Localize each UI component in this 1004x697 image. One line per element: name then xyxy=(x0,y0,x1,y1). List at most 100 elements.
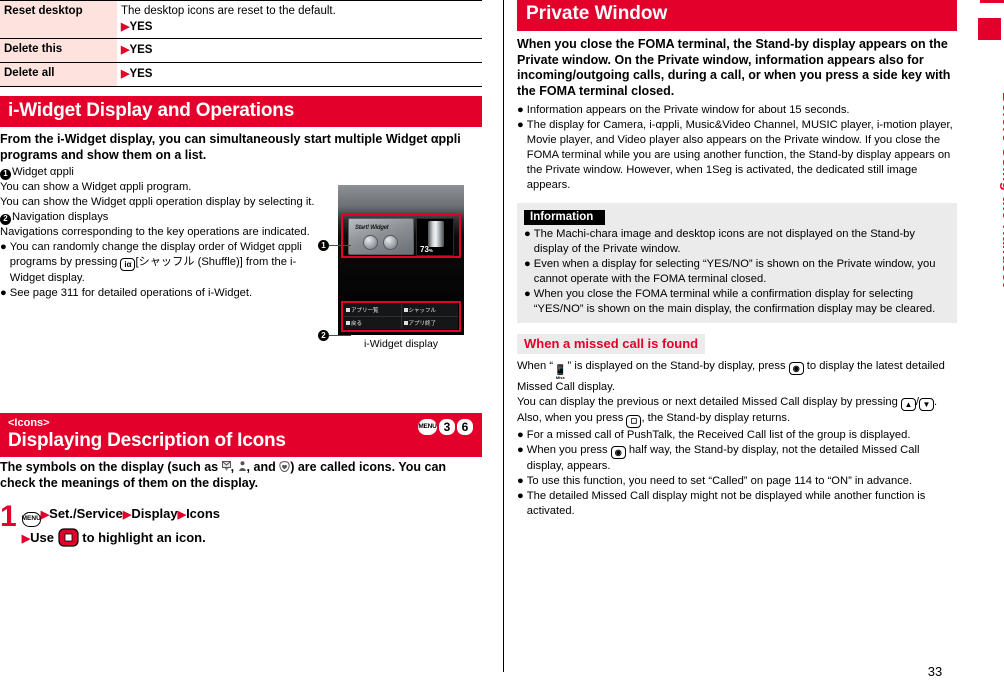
circled-number-2-icon: 2 xyxy=(318,330,329,341)
menu-key-icon: MENU xyxy=(22,511,41,527)
line2-part-a: You can display the previous or next det… xyxy=(517,395,901,408)
line3-part-a: Also, when you press xyxy=(517,412,627,425)
step-line-1: MENU▶Set./Service▶Display▶Icons xyxy=(22,506,220,527)
battery-widget: 73% xyxy=(416,218,454,256)
left-column: Reset desktop The desktop icons are rese… xyxy=(0,0,482,640)
line3-part-b: , the Stand-by display returns. xyxy=(641,412,791,425)
section-title: Displaying Description of Icons xyxy=(8,430,286,452)
nav-key-icon xyxy=(346,321,350,325)
yes-option: ▶YES xyxy=(121,67,478,82)
step-item-label: Display xyxy=(131,506,178,521)
nav-item: シャッフル xyxy=(401,304,458,316)
heart-shield-icon xyxy=(279,461,290,473)
info-bullet-2: ● Even when a display for selecting “YES… xyxy=(524,257,950,287)
item1-line2-text: You can show the Widget αppli operation … xyxy=(0,195,315,208)
bullet-dot-icon: ● xyxy=(524,227,531,240)
arrow-icon: ▶ xyxy=(21,532,31,545)
desc-text: The desktop icons are reset to the defau… xyxy=(121,5,336,17)
side-tab-label: Before Using the Handset xyxy=(999,92,1004,288)
section-title: i-Widget Display and Operations xyxy=(8,99,295,121)
section-title: Private Window xyxy=(526,3,668,24)
yes-label: YES xyxy=(129,20,153,33)
nav-item-label: アプリ終了 xyxy=(408,321,437,327)
private-bullet-1: ● Information appears on the Private win… xyxy=(517,103,957,118)
leader-line xyxy=(329,334,351,337)
information-tag: Information xyxy=(524,209,606,225)
private-bullet-1-text: Information appears on the Private windo… xyxy=(526,103,850,116)
iwidget-figure: Start! Widget 73% アプリ一覧 シャッフル 戻る アプリ終了 i… xyxy=(338,185,464,350)
battery-can-icon xyxy=(428,221,444,247)
info-bullet-2-text: Even when a display for selecting “YES/N… xyxy=(533,257,936,285)
missed-bullet-3-text: To use this function, you need to set “C… xyxy=(526,475,913,488)
edge-top-rule xyxy=(980,0,1004,3)
down-key-icon: ▼ xyxy=(919,398,935,412)
clear-key-icon: ◻ xyxy=(626,414,642,428)
icons-step-1: 1 MENU▶Set./Service▶Display▶Icons ▶Use t… xyxy=(0,500,482,547)
section-banner-iwidget: i-Widget Display and Operations xyxy=(0,95,482,128)
missed-intro-part-b: ” is displayed on the Stand-by display, … xyxy=(567,359,789,372)
widget-tile-label: Start! Widget xyxy=(355,225,389,231)
yes-label: YES xyxy=(129,44,153,57)
missed-bullet-2-text: When you press ◉ half way, the Stand-by … xyxy=(527,443,957,475)
private-bullet-2: ● The display for Camera, i-αppli, Music… xyxy=(517,118,957,193)
settings-table: Reset desktop The desktop icons are rese… xyxy=(0,0,482,87)
step-line-2-part-b: to highlight an icon. xyxy=(78,529,206,545)
section-subtitle: <Icons> xyxy=(8,417,50,429)
missed-call-icon-label: Miss xyxy=(555,374,565,380)
bullet-dot-icon: ● xyxy=(524,257,531,270)
nav-key-icon xyxy=(403,321,408,325)
step-number: 1 xyxy=(0,500,17,533)
widget-row-highlight: Start! Widget 73% xyxy=(341,213,461,258)
step-item-label: Icons xyxy=(186,506,221,521)
i-alpha-key-icon: iα xyxy=(120,258,136,272)
missed-bullet-4: ● The detailed Missed Call display might… xyxy=(517,489,957,519)
figure-caption: i-Widget display xyxy=(363,338,439,350)
yes-option: ▶YES xyxy=(121,43,478,58)
bullet-dot-icon: ● xyxy=(517,118,524,131)
right-column: Private Window When you close the FOMA t… xyxy=(517,0,957,640)
nav-key-icon xyxy=(346,308,350,312)
nav-item: 戻る xyxy=(344,317,401,329)
icons-intro-text: The symbols on the display (such as , , … xyxy=(0,460,447,490)
callout-item-2: 2 Navigation displays xyxy=(0,210,318,225)
nav-grid: アプリ一覧 シャッフル 戻る アプリ終了 xyxy=(344,304,458,329)
nav-item: アプリ一覧 xyxy=(344,304,401,316)
yes-option: ▶YES xyxy=(121,20,478,35)
page-number: 33 xyxy=(0,664,1004,679)
missed-intro-part-a: When “ xyxy=(517,359,554,372)
camera-key-icon: ◉ xyxy=(610,446,626,460)
missed-bullet-2-part-a: When you press xyxy=(526,443,611,456)
circled-number-1-icon: 1 xyxy=(318,240,329,251)
item2-label: Navigation displays xyxy=(12,210,109,223)
callout-marker-1: 1 xyxy=(318,240,351,251)
section-lead-iwidget: From the i-Widget display, you can simul… xyxy=(0,132,461,162)
widget-button-b-icon xyxy=(383,235,398,250)
bullet-dot-icon: ● xyxy=(517,475,524,488)
step-line-2: ▶Use to highlight an icon. xyxy=(22,528,220,547)
line2-part-b: . xyxy=(934,395,938,408)
table-cell-term: Delete all xyxy=(0,62,117,87)
bullet-1-text: You can randomly change the display orde… xyxy=(10,240,318,287)
manual-page: Before Using the Handset Reset desktop T… xyxy=(0,0,1004,697)
missed-call-line-3: Also, when you press ◻, the Stand-by dis… xyxy=(517,411,957,428)
bullet-dot-icon: ● xyxy=(517,103,524,116)
battery-value: 73 xyxy=(420,245,429,254)
info-bullet-3: ● When you close the FOMA terminal while… xyxy=(524,287,950,317)
missed-call-icon: 📱 Miss xyxy=(554,365,566,380)
bullet-dot-icon: ● xyxy=(0,240,7,253)
bullet-dot-icon: ● xyxy=(517,490,524,503)
info-bullet-1-text: The Machi-chara image and desktop icons … xyxy=(533,227,915,255)
step-item-label: Set./Service xyxy=(49,506,123,521)
item1-label: Widget αppli xyxy=(12,165,74,178)
nav-key-icon xyxy=(403,308,408,312)
missed-call-heading: When a missed call is found xyxy=(517,333,706,354)
camera-key-icon: ◉ xyxy=(788,362,804,376)
information-box: Information ● The Machi-chara image and … xyxy=(517,202,957,323)
section-banner-private: Private Window xyxy=(517,0,957,31)
nav-item-label: 戻る xyxy=(351,321,363,327)
missed-bullet-3: ● To use this function, you need to set … xyxy=(517,474,957,489)
numeric-key-3-icon: 3 xyxy=(439,419,455,435)
circled-number-2-icon: 2 xyxy=(0,213,11,225)
iwidget-bullet-1: ● You can randomly change the display or… xyxy=(0,240,318,287)
missed-call-line-2: You can display the previous or next det… xyxy=(517,395,957,412)
